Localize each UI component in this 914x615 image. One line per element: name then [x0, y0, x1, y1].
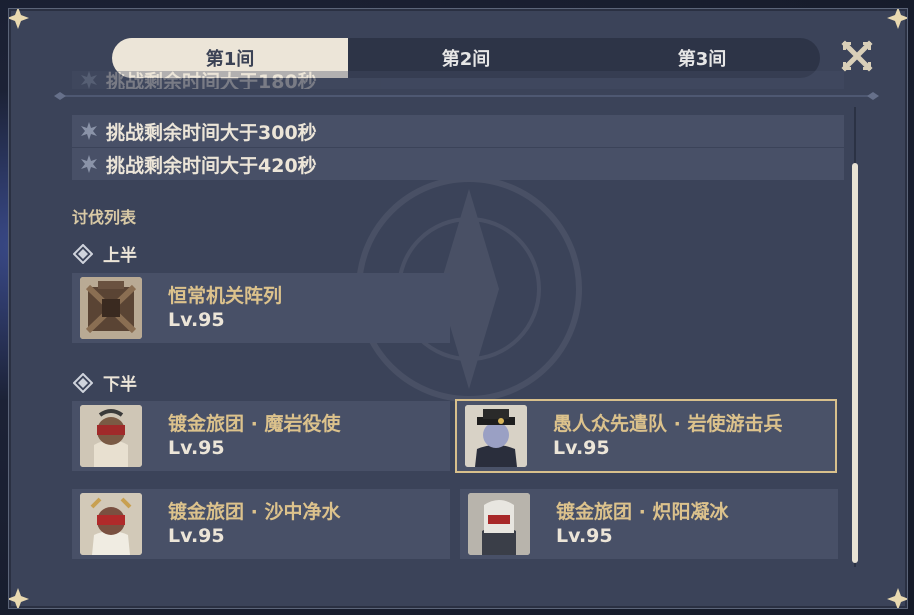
scroll-thumb[interactable]: [852, 163, 858, 563]
enemy-name: 镀金旅团 · 沙中净水: [168, 501, 341, 523]
abyss-chamber-panel: 第1间 第2间 第3间 挑战剩余时间大于180秒 挑战剩余时间大于300秒 挑战…: [8, 8, 908, 609]
scrollbar[interactable]: [852, 97, 858, 577]
enemy-card[interactable]: 镀金旅团 · 魔岩役使 Lv.95: [72, 401, 450, 471]
diamond-icon: [73, 243, 93, 264]
enemy-level: Lv.95: [168, 525, 225, 547]
fatui-skirmisher-portrait-icon: [465, 405, 527, 467]
diamond-icon: [73, 372, 93, 393]
condition-text: 挑战剩余时间大于180秒: [106, 71, 317, 89]
close-icon[interactable]: [841, 40, 873, 72]
second-half-label: 下半: [73, 370, 137, 395]
star-icon: [81, 155, 97, 173]
half-label-text: 上半: [103, 246, 137, 266]
enemy-card[interactable]: 镀金旅团 · 炽阳凝冰 Lv.95: [460, 489, 838, 559]
star-icon: [81, 122, 97, 140]
enemy-card-selected[interactable]: 愚人众先遣队 · 岩使游击兵 Lv.95: [455, 399, 837, 473]
enemy-level: Lv.95: [168, 309, 225, 331]
enemy-card[interactable]: 镀金旅团 · 沙中净水 Lv.95: [72, 489, 450, 559]
enemy-level: Lv.95: [168, 437, 225, 459]
gilded-brigade-portrait-icon: [468, 493, 530, 555]
half-label-text: 下半: [103, 375, 137, 395]
condition-text: 挑战剩余时间大于300秒: [106, 121, 317, 144]
enemy-name: 镀金旅团 · 炽阳凝冰: [556, 501, 729, 523]
enemy-list-title: 讨伐列表: [72, 208, 137, 227]
ruin-machine-portrait-icon: [80, 277, 142, 339]
gilded-brigade-portrait-icon: [80, 405, 142, 467]
enemy-level: Lv.95: [556, 525, 613, 547]
first-half-label: 上半: [73, 241, 137, 266]
enemy-level: Lv.95: [553, 437, 610, 459]
enemy-card[interactable]: 恒常机关阵列 Lv.95: [72, 273, 450, 343]
enemy-name: 恒常机关阵列: [168, 285, 283, 307]
condition-row: 挑战剩余时间大于420秒: [72, 148, 844, 180]
gilded-brigade-portrait-icon: [80, 493, 142, 555]
condition-row: 挑战剩余时间大于180秒: [72, 71, 844, 89]
enemy-name: 愚人众先遣队 · 岩使游击兵: [553, 413, 783, 435]
enemy-name: 镀金旅团 · 魔岩役使: [168, 413, 341, 435]
condition-row: 挑战剩余时间大于300秒: [72, 115, 844, 147]
condition-text: 挑战剩余时间大于420秒: [106, 154, 317, 177]
star-icon: [81, 71, 97, 89]
